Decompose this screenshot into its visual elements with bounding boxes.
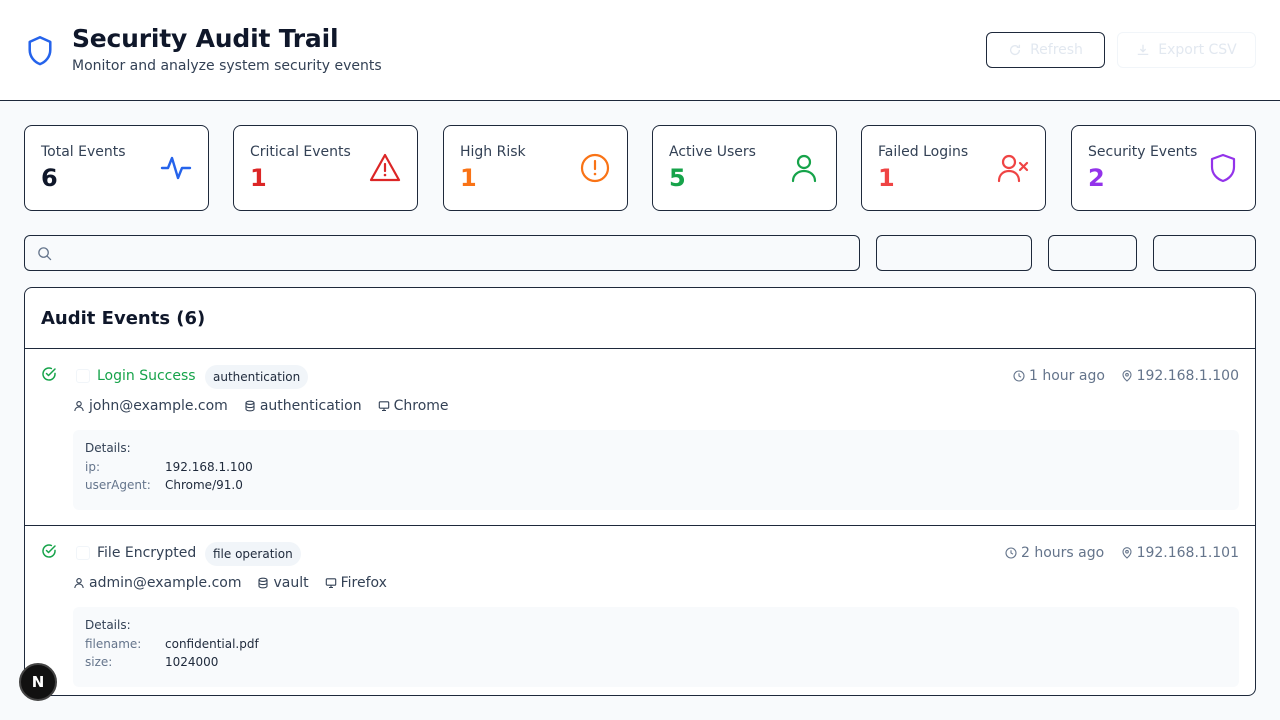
event-client: Chrome [393, 398, 449, 414]
detail-key: size: [85, 655, 113, 669]
stat-value: 5 [669, 164, 686, 192]
event-client: Firefox [340, 575, 387, 591]
detail-row: ip: 192.168.1.100 [85, 460, 1227, 474]
monitor-icon [378, 401, 389, 412]
event-select-checkbox[interactable] [76, 369, 90, 383]
event-ip-text: 192.168.1.100 [1136, 368, 1239, 384]
event-meta: john@example.com authentication Chrome [73, 398, 449, 414]
category-badge: file operation [205, 542, 301, 566]
stat-label: Active Users [669, 144, 756, 160]
database-icon [245, 400, 255, 412]
export-label: Export CSV [1158, 42, 1237, 58]
event-meta: admin@example.com vault Firefox [73, 575, 387, 591]
page-header: Security Audit Trail Monitor and analyze… [0, 0, 1280, 101]
user-x-icon [997, 154, 1029, 183]
search-input[interactable] [61, 236, 871, 270]
refresh-label: Refresh [1030, 42, 1083, 58]
stat-value: 1 [878, 164, 895, 192]
detail-row: userAgent: Chrome/91.0 [85, 478, 1227, 492]
stat-value: 1 [250, 164, 267, 192]
stat-card-active-users: Active Users 5 [652, 125, 837, 211]
details-heading: Details: [85, 618, 131, 632]
detail-value: confidential.pdf [165, 637, 259, 651]
warning-triangle-icon [369, 153, 401, 182]
database-icon [258, 577, 269, 589]
refresh-icon [1010, 44, 1021, 56]
user-icon [74, 401, 84, 412]
stat-value: 2 [1088, 164, 1105, 192]
page-subtitle: Monitor and analyze system security even… [72, 58, 382, 74]
event-row[interactable]: Login Success authentication 1 hour ago … [25, 349, 1255, 526]
check-circle-icon [42, 544, 56, 558]
stat-card-critical-events: Critical Events 1 [233, 125, 418, 211]
stat-value: 1 [460, 164, 477, 192]
panel-header: Audit Events (6) [25, 288, 1255, 349]
detail-value: Chrome/91.0 [165, 478, 243, 492]
event-ip: 192.168.1.101 [1121, 545, 1239, 561]
stat-label: Critical Events [250, 144, 351, 160]
severity-filter-select[interactable] [1048, 235, 1137, 271]
shield-logo-icon [28, 36, 52, 66]
detail-row: filename: confidential.pdf [85, 637, 1227, 651]
detail-value: 192.168.1.100 [165, 460, 253, 474]
event-time-text: 2 hours ago [1021, 545, 1105, 561]
event-title: File Encrypted [97, 545, 197, 561]
event-select-checkbox[interactable] [76, 546, 90, 560]
stat-label: Total Events [41, 144, 126, 160]
stat-label: Failed Logins [878, 144, 969, 160]
details-heading: Details: [85, 441, 131, 455]
event-time: 2 hours ago [1005, 545, 1104, 561]
search-icon [38, 247, 52, 261]
check-circle-icon [42, 367, 56, 381]
event-user: admin@example.com [89, 575, 242, 591]
event-title: Login Success [97, 368, 196, 384]
clock-icon [1005, 547, 1017, 559]
detail-key: ip: [85, 460, 100, 474]
stat-label: High Risk [460, 144, 526, 160]
category-badge: authentication [205, 365, 309, 389]
user-icon [791, 154, 817, 183]
stat-label: Security Events [1088, 144, 1198, 160]
map-pin-icon [1122, 370, 1132, 382]
event-time: 1 hour ago [1013, 368, 1105, 384]
map-pin-icon [1122, 547, 1132, 559]
detail-key: filename: [85, 637, 142, 651]
monitor-icon [325, 578, 336, 589]
stat-card-total-events: Total Events 6 [24, 125, 209, 211]
refresh-button[interactable]: Refresh [986, 32, 1105, 68]
user-icon [74, 578, 84, 589]
stat-card-high-risk: High Risk 1 [443, 125, 628, 211]
category-filter-select[interactable] [876, 235, 1032, 271]
event-resource: authentication [259, 398, 362, 414]
time-range-filter-select[interactable] [1153, 235, 1256, 271]
event-ip: 192.168.1.100 [1121, 368, 1239, 384]
event-details: Details: ip: 192.168.1.100 userAgent: Chro… [73, 430, 1239, 510]
download-icon [1137, 44, 1149, 56]
activity-icon [160, 156, 192, 180]
alert-circle-icon [580, 153, 610, 183]
event-row[interactable]: File Encrypted file operation 2 hours ag… [25, 526, 1255, 695]
event-ip-text: 192.168.1.101 [1136, 545, 1239, 561]
search-box[interactable] [24, 235, 871, 271]
detail-key: userAgent: [85, 478, 151, 492]
stat-card-failed-logins: Failed Logins 1 [861, 125, 1046, 211]
dev-tools-badge[interactable]: N [19, 663, 57, 701]
audit-events-panel: Audit Events (6) Login Success authentic… [24, 287, 1256, 696]
event-details: Details: filename: confidential.pdf size:… [73, 607, 1239, 687]
clock-icon [1013, 370, 1025, 382]
stat-card-security-events: Security Events 2 [1071, 125, 1256, 211]
panel-title: Audit Events (6) [41, 308, 206, 329]
detail-value: 1024000 [165, 655, 219, 669]
event-time-text: 1 hour ago [1029, 368, 1105, 384]
detail-row: size: 1024000 [85, 655, 1227, 669]
export-csv-button[interactable]: Export CSV [1117, 32, 1256, 68]
event-resource: vault [273, 575, 309, 591]
shield-icon [1210, 153, 1236, 183]
event-user: john@example.com [89, 398, 228, 414]
page-title: Security Audit Trail [72, 24, 339, 53]
stat-value: 6 [41, 164, 58, 192]
